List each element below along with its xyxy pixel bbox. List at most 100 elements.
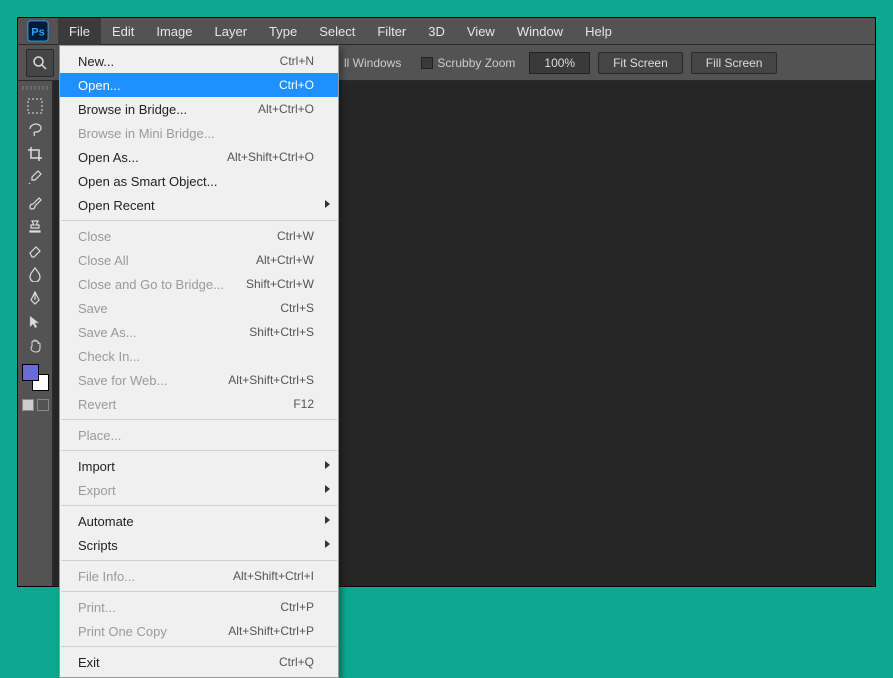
- stamp-tool[interactable]: [22, 214, 48, 238]
- toolbox: [18, 81, 53, 586]
- menu-separator: [61, 419, 337, 420]
- menuitem-export: Export: [60, 478, 338, 502]
- menuitem-label: Close: [78, 229, 234, 244]
- menuitem-new[interactable]: New...Ctrl+N: [60, 49, 338, 73]
- menuitem-label: Scripts: [78, 538, 314, 553]
- menuitem-label: Export: [78, 483, 314, 498]
- menuitem-close: CloseCtrl+W: [60, 224, 338, 248]
- crop-tool[interactable]: [22, 142, 48, 166]
- menu-filter[interactable]: Filter: [366, 18, 417, 45]
- submenu-arrow-icon: [325, 200, 330, 208]
- menuitem-shortcut: Shift+Ctrl+W: [234, 277, 314, 291]
- menuitem-close-and-go-to-bridge: Close and Go to Bridge...Shift+Ctrl+W: [60, 272, 338, 296]
- menuitem-print: Print...Ctrl+P: [60, 595, 338, 619]
- menuitem-label: Import: [78, 459, 314, 474]
- menuitem-save-as: Save As...Shift+Ctrl+S: [60, 320, 338, 344]
- menuitem-exit[interactable]: ExitCtrl+Q: [60, 650, 338, 674]
- brush-tool[interactable]: [22, 190, 48, 214]
- menuitem-shortcut: Alt+Shift+Ctrl+O: [227, 150, 314, 164]
- menuitem-browse-in-bridge[interactable]: Browse in Bridge...Alt+Ctrl+O: [60, 97, 338, 121]
- menuitem-shortcut: Shift+Ctrl+S: [234, 325, 314, 339]
- menu-edit[interactable]: Edit: [101, 18, 145, 45]
- menuitem-shortcut: Ctrl+O: [234, 78, 314, 92]
- menuitem-shortcut: Ctrl+P: [234, 600, 314, 614]
- menu-separator: [61, 505, 337, 506]
- menuitem-label: Save for Web...: [78, 373, 228, 388]
- edit-mode-switch[interactable]: [22, 399, 49, 413]
- scrubby-zoom-label: Scrubby Zoom: [437, 56, 515, 70]
- eyedropper-tool[interactable]: [22, 166, 48, 190]
- menu-image[interactable]: Image: [145, 18, 203, 45]
- submenu-arrow-icon: [325, 485, 330, 493]
- menu-file[interactable]: File: [58, 18, 101, 45]
- menu-layer[interactable]: Layer: [204, 18, 259, 45]
- checkbox-icon[interactable]: [421, 57, 433, 69]
- menu-separator: [61, 560, 337, 561]
- menu-separator: [61, 646, 337, 647]
- menu-view[interactable]: View: [456, 18, 506, 45]
- fill-screen-button[interactable]: Fill Screen: [691, 52, 778, 74]
- menuitem-shortcut: Ctrl+N: [234, 54, 314, 68]
- foreground-color-swatch[interactable]: [22, 364, 39, 381]
- menu-window[interactable]: Window: [506, 18, 574, 45]
- menuitem-open-as-smart-object[interactable]: Open as Smart Object...: [60, 169, 338, 193]
- menu-3d[interactable]: 3D: [417, 18, 456, 45]
- menuitem-save-for-web: Save for Web...Alt+Shift+Ctrl+S: [60, 368, 338, 392]
- menuitem-label: Automate: [78, 514, 314, 529]
- active-tool-preset[interactable]: [26, 49, 54, 77]
- menuitem-shortcut: Alt+Shift+Ctrl+S: [228, 373, 314, 387]
- menuitem-open-recent[interactable]: Open Recent: [60, 193, 338, 217]
- svg-text:Ps: Ps: [31, 27, 44, 39]
- path-select-tool[interactable]: [22, 310, 48, 334]
- file-menu-dropdown: New...Ctrl+NOpen...Ctrl+OBrowse in Bridg…: [59, 45, 339, 678]
- scrubby-zoom-option[interactable]: Scrubby Zoom: [415, 56, 521, 70]
- menuitem-browse-in-mini-bridge: Browse in Mini Bridge...: [60, 121, 338, 145]
- menuitem-shortcut: Ctrl+W: [234, 229, 314, 243]
- menu-separator: [61, 220, 337, 221]
- lasso-tool[interactable]: [22, 118, 48, 142]
- menuitem-label: Browse in Bridge...: [78, 102, 234, 117]
- submenu-arrow-icon: [325, 461, 330, 469]
- menuitem-check-in: Check In...: [60, 344, 338, 368]
- resize-windows-option[interactable]: ll Windows: [338, 56, 407, 70]
- menuitem-automate[interactable]: Automate: [60, 509, 338, 533]
- menuitem-shortcut: Alt+Ctrl+O: [234, 102, 314, 116]
- toolbox-grip: [22, 86, 48, 90]
- menuitem-label: Print One Copy: [78, 624, 228, 639]
- menuitem-label: Open as Smart Object...: [78, 174, 234, 189]
- marquee-tool[interactable]: [22, 94, 48, 118]
- menuitem-label: Open...: [78, 78, 234, 93]
- menuitem-shortcut: Ctrl+S: [234, 301, 314, 315]
- blur-tool[interactable]: [22, 262, 48, 286]
- menuitem-shortcut: Alt+Shift+Ctrl+P: [228, 624, 314, 638]
- menu-select[interactable]: Select: [308, 18, 366, 45]
- menuitem-label: Check In...: [78, 349, 234, 364]
- menuitem-scripts[interactable]: Scripts: [60, 533, 338, 557]
- menuitem-label: Open Recent: [78, 198, 314, 213]
- menuitem-import[interactable]: Import: [60, 454, 338, 478]
- app-logo: Ps: [18, 18, 58, 45]
- menuitem-label: File Info...: [78, 569, 233, 584]
- hand-tool[interactable]: [22, 334, 48, 358]
- menuitem-label: Print...: [78, 600, 234, 615]
- menuitem-label: Browse in Mini Bridge...: [78, 126, 234, 141]
- menuitem-open-as[interactable]: Open As...Alt+Shift+Ctrl+O: [60, 145, 338, 169]
- pen-tool[interactable]: [22, 286, 48, 310]
- menu-separator: [61, 450, 337, 451]
- menuitem-open[interactable]: Open...Ctrl+O: [60, 73, 338, 97]
- menuitem-file-info: File Info...Alt+Shift+Ctrl+I: [60, 564, 338, 588]
- color-swatches[interactable]: [22, 364, 49, 391]
- menuitem-label: Exit: [78, 655, 234, 670]
- menuitem-place: Place...: [60, 423, 338, 447]
- submenu-arrow-icon: [325, 540, 330, 548]
- zoom-level-button[interactable]: 100%: [529, 52, 590, 74]
- menuitem-label: Open As...: [78, 150, 227, 165]
- resize-windows-label: ll Windows: [344, 56, 401, 70]
- menu-type[interactable]: Type: [258, 18, 308, 45]
- fit-screen-button[interactable]: Fit Screen: [598, 52, 683, 74]
- menuitem-shortcut: Alt+Ctrl+W: [234, 253, 314, 267]
- eraser-tool[interactable]: [22, 238, 48, 262]
- menuitem-shortcut: F12: [234, 397, 314, 411]
- menuitem-revert: RevertF12: [60, 392, 338, 416]
- menu-help[interactable]: Help: [574, 18, 623, 45]
